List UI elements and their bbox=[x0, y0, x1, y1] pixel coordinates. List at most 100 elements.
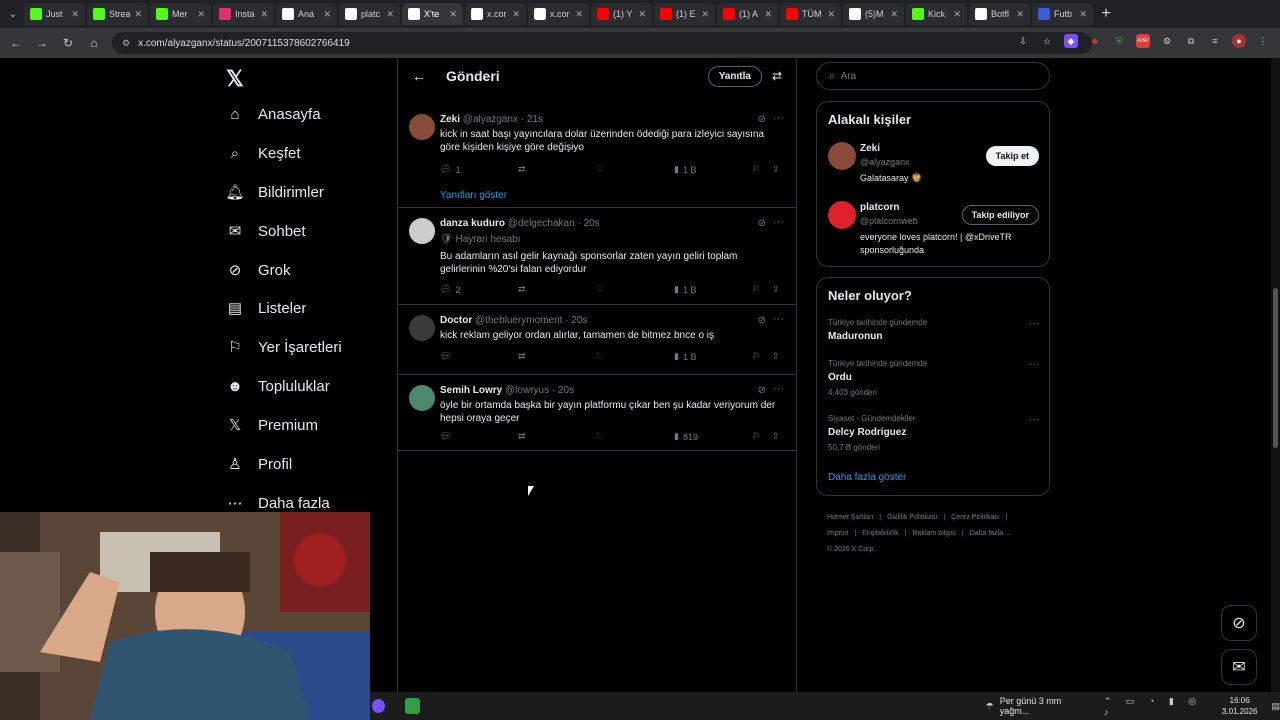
retweet-action[interactable]: ⇄ bbox=[518, 284, 526, 295]
share-action[interactable]: ⇪ bbox=[772, 351, 780, 362]
bookmark-action[interactable]: ⚐ bbox=[752, 164, 760, 175]
tab-close-icon[interactable]: ✕ bbox=[764, 9, 772, 20]
clock[interactable]: 16:06 3.01.2026 bbox=[1222, 695, 1258, 717]
browser-tab[interactable]: (1) Y ✕ bbox=[591, 3, 652, 25]
extension-gear-icon[interactable]: ⚙ bbox=[1160, 34, 1174, 48]
more-icon[interactable]: ··· bbox=[773, 216, 784, 228]
scroll-thumb[interactable] bbox=[1273, 288, 1278, 448]
avatar[interactable] bbox=[409, 114, 435, 140]
share-action[interactable]: ⇪ bbox=[772, 431, 780, 442]
search-input[interactable]: ⌕ Ara bbox=[816, 62, 1050, 90]
tab-close-icon[interactable]: ✕ bbox=[1079, 9, 1087, 20]
forward-icon[interactable]: → bbox=[34, 35, 50, 51]
person-handle[interactable]: @platcornweb bbox=[860, 216, 918, 226]
reply-button[interactable]: Yanıtla bbox=[707, 65, 762, 87]
nav-item-x-premium[interactable]: 𝕏 Premium bbox=[226, 416, 318, 435]
more-icon[interactable]: ··· bbox=[1029, 318, 1039, 329]
footer-link[interactable]: Daha fazla ... bbox=[970, 530, 1011, 537]
like-action[interactable]: ♡ bbox=[596, 431, 604, 442]
tab-close-icon[interactable]: ✕ bbox=[449, 9, 457, 20]
more-icon[interactable]: ··· bbox=[773, 313, 784, 325]
browser-tab[interactable]: (1) E ✕ bbox=[654, 3, 715, 25]
trend-name[interactable]: Delcy Rodriguez bbox=[828, 427, 906, 438]
tweet-time[interactable]: 20s bbox=[558, 385, 574, 396]
back-icon[interactable]: ← bbox=[8, 35, 24, 51]
tab-close-icon[interactable]: ✕ bbox=[71, 9, 79, 20]
browser-tab[interactable]: Botfl ✕ bbox=[969, 3, 1030, 25]
footer-link[interactable]: Gizlilik Politikası bbox=[887, 514, 937, 521]
browser-tab[interactable]: (5)M ✕ bbox=[843, 3, 904, 25]
tweet-time[interactable]: 21s bbox=[527, 114, 543, 125]
footer-link[interactable]: Hizmet Şartları bbox=[827, 514, 873, 521]
retweet-action[interactable]: ⇄ bbox=[518, 351, 526, 362]
nav-item-bookmark[interactable]: ⚐ Yer İşaretleri bbox=[226, 338, 341, 357]
avatar[interactable] bbox=[828, 201, 856, 229]
grok-icon[interactable]: ⊘ bbox=[758, 315, 766, 326]
tweet[interactable]: Doctor @thebluerymoment · 20s ⊘ ··· kick r… bbox=[398, 305, 796, 375]
notification-icon[interactable]: ▤ bbox=[1271, 701, 1280, 712]
nav-item-home[interactable]: ⌂ Anasayfa bbox=[226, 105, 320, 123]
tweet-author-name[interactable]: Semih Lowry bbox=[440, 385, 502, 396]
home-browser-icon[interactable]: ⌂ bbox=[86, 35, 102, 51]
browser-tab[interactable]: (1) A ✕ bbox=[717, 3, 778, 25]
avatar[interactable] bbox=[409, 385, 435, 411]
bookmark-action[interactable]: ⚐ bbox=[752, 431, 760, 442]
extension-red-icon[interactable]: ♣ bbox=[1088, 34, 1102, 48]
browser-tab[interactable]: Just ✕ bbox=[24, 3, 85, 25]
tweet-handle[interactable]: @delgechakan bbox=[508, 218, 575, 229]
like-action[interactable]: ♡ bbox=[596, 164, 604, 175]
messages-float-button[interactable]: ✉ bbox=[1221, 649, 1257, 685]
extension-shield-icon[interactable]: ⛨ bbox=[1112, 34, 1126, 48]
show-replies-link[interactable]: Yanıtları göster bbox=[440, 190, 507, 201]
tab-close-icon[interactable]: ✕ bbox=[512, 9, 520, 20]
like-action[interactable]: ♡ bbox=[596, 351, 604, 362]
footer-link[interactable]: Çerez Politikası bbox=[951, 514, 1000, 521]
browser-tab[interactable]: x.cor ✕ bbox=[528, 3, 589, 25]
tab-close-icon[interactable]: ✕ bbox=[575, 9, 583, 20]
page-scrollbar[interactable] bbox=[1271, 58, 1280, 692]
share-action[interactable]: ⇪ bbox=[772, 284, 780, 295]
reply-action[interactable]: 💬︎ bbox=[440, 431, 455, 442]
nav-item-communities[interactable]: ☻ Topluluklar bbox=[226, 377, 330, 395]
browser-tab[interactable]: platc ✕ bbox=[339, 3, 400, 25]
browser-tab[interactable]: Kick ✕ bbox=[906, 3, 967, 25]
tab-close-icon[interactable]: ✕ bbox=[386, 9, 394, 20]
like-action[interactable]: ♡ bbox=[596, 284, 604, 295]
grok-icon[interactable]: ⊘ bbox=[758, 114, 766, 125]
tweet-handle[interactable]: @lowryus bbox=[505, 385, 549, 396]
tab-search-icon[interactable]: ⌄ bbox=[4, 5, 22, 23]
more-icon[interactable]: ··· bbox=[1029, 359, 1039, 370]
tweet-time[interactable]: 20s bbox=[584, 218, 600, 229]
trend-name[interactable]: Maduronun bbox=[828, 331, 882, 342]
tab-close-icon[interactable]: ✕ bbox=[260, 9, 268, 20]
taskbar-app-icon[interactable] bbox=[372, 699, 385, 713]
tweet-time[interactable]: 20s bbox=[571, 315, 587, 326]
person-name[interactable]: Zeki bbox=[860, 143, 880, 154]
avatar[interactable] bbox=[828, 142, 856, 170]
grok-icon[interactable]: ⊘ bbox=[758, 218, 766, 229]
nav-item-mail[interactable]: ✉ Sohbet bbox=[226, 222, 306, 241]
tab-close-icon[interactable]: ✕ bbox=[638, 9, 646, 20]
nav-item-search[interactable]: ⌕ Keşfet bbox=[226, 144, 301, 162]
tab-close-icon[interactable]: ✕ bbox=[701, 9, 709, 20]
tweet-handle[interactable]: @alyazganx bbox=[463, 114, 518, 125]
reply-action[interactable]: 💬︎ 2 bbox=[440, 284, 460, 295]
tweet[interactable]: Semih Lowry @lowryus · 20s ⊘ ··· öyle bir … bbox=[398, 375, 796, 451]
browser-tab[interactable]: Mer ✕ bbox=[150, 3, 211, 25]
tab-close-icon[interactable]: ✕ bbox=[827, 9, 835, 20]
new-tab-button[interactable]: + bbox=[1095, 3, 1117, 25]
nav-item-grok[interactable]: ⊘ Grok bbox=[226, 261, 291, 280]
views-action[interactable]: ▮ 1 B bbox=[674, 164, 696, 175]
footer-link[interactable]: Reklam bilgisi bbox=[913, 530, 956, 537]
tweet-handle[interactable]: @thebluerymoment bbox=[475, 315, 562, 326]
share-action[interactable]: ⇪ bbox=[772, 164, 780, 175]
follow-button[interactable]: Takip et bbox=[985, 146, 1039, 166]
install-icon[interactable]: ⇩ bbox=[1016, 34, 1030, 48]
tweet-author-name[interactable]: Doctor bbox=[440, 315, 472, 326]
footer-link[interactable]: Erişilebilirlik bbox=[862, 530, 899, 537]
retweet-action[interactable]: ⇄ bbox=[518, 164, 526, 175]
tab-close-icon[interactable]: ✕ bbox=[1016, 9, 1024, 20]
tab-close-icon[interactable]: ✕ bbox=[323, 9, 331, 20]
views-action[interactable]: ▮ 1 B bbox=[674, 284, 696, 295]
trend-name[interactable]: Ordu bbox=[828, 372, 852, 383]
